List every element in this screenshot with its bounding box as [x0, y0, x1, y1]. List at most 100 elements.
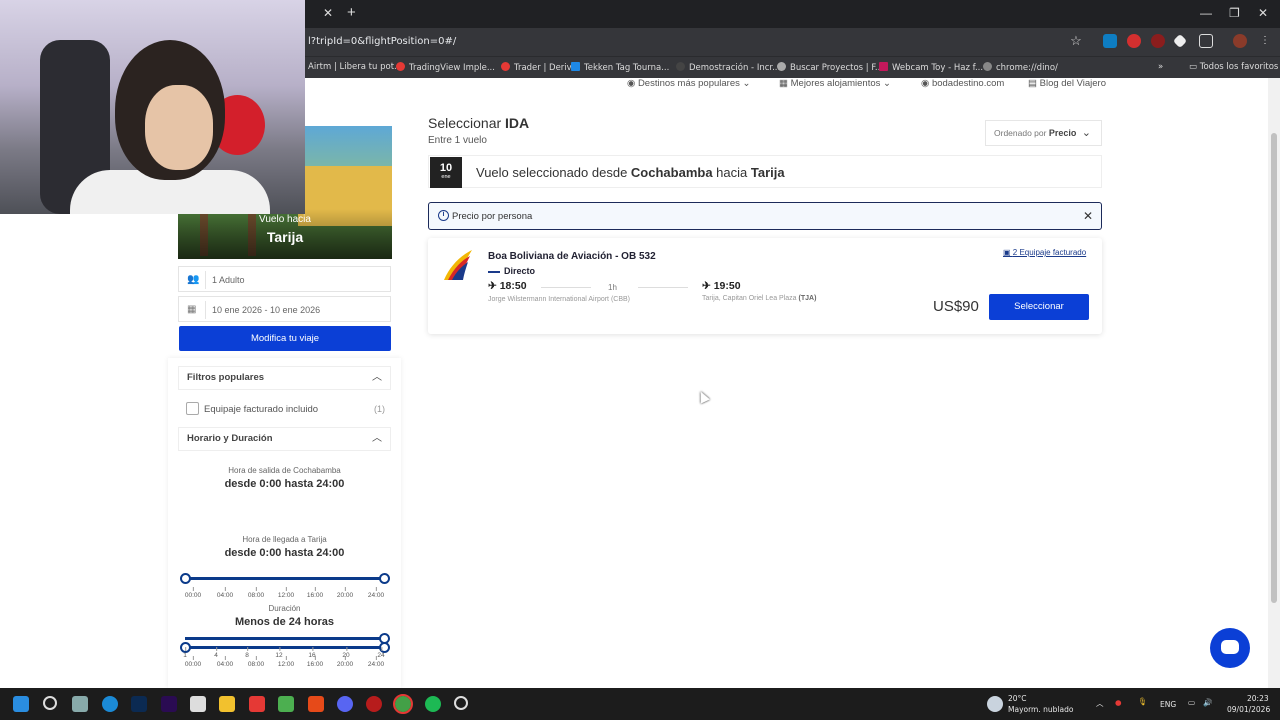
bookmark-item[interactable]: Buscar Proyectos | F...: [777, 62, 883, 73]
nav-destinos[interactable]: ◉ Destinos más populares ⌄: [627, 78, 750, 96]
date-badge: 10 ene: [430, 157, 462, 188]
results-count: Entre 1 vuelo: [428, 135, 487, 146]
spotify-icon[interactable]: [425, 696, 441, 712]
nav-bodadestino[interactable]: ◉ bodadestino.com: [921, 78, 1004, 96]
takeoff-icon: ✈: [488, 280, 500, 292]
page-scrollbar[interactable]: [1268, 78, 1280, 688]
bookmark-item[interactable]: TradingView Imple...: [396, 62, 495, 73]
url-text[interactable]: l?tripId=0&flightPosition=0#/: [308, 36, 456, 47]
nav-alojamientos[interactable]: ▦ Mejores alojamientos ⌄: [779, 78, 891, 96]
modify-trip-button[interactable]: Modifica tu viaje: [179, 326, 391, 351]
profile-avatar-icon[interactable]: [1233, 34, 1247, 48]
weather-text: Mayorm. nublado: [1008, 705, 1074, 714]
brave-icon[interactable]: [308, 696, 324, 712]
sort-dropdown[interactable]: Ordenado por Precio ⌄: [985, 120, 1102, 146]
edge-icon[interactable]: [102, 696, 118, 712]
bookmarks-overflow-icon[interactable]: »: [1158, 62, 1163, 72]
luggage-filter-label: Equipaje facturado incluido: [204, 404, 319, 415]
network-icon[interactable]: ▭: [1188, 698, 1195, 707]
globe-icon: ◉: [921, 78, 932, 89]
weather-icon: [987, 696, 1003, 712]
duration-slider-track[interactable]: [185, 637, 385, 640]
start-icon[interactable]: [13, 696, 29, 712]
chrome-icon[interactable]: [393, 694, 413, 714]
taskview-icon[interactable]: [72, 696, 88, 712]
extension-icon[interactable]: [1151, 34, 1165, 48]
search-icon[interactable]: [43, 696, 57, 710]
hero-subtitle: Vuelo hacia: [259, 214, 311, 225]
arrival-slider-track[interactable]: [185, 646, 385, 649]
globe-icon: ◉: [627, 78, 638, 89]
chevron-up-icon: ︿: [372, 372, 382, 383]
chat-button[interactable]: [1210, 628, 1250, 668]
deriv-icon[interactable]: [249, 696, 265, 712]
language-indicator[interactable]: ENG: [1160, 700, 1176, 709]
new-tab-icon[interactable]: +: [347, 4, 356, 21]
close-icon[interactable]: ✕: [1083, 209, 1093, 223]
microphone-icon[interactable]: 🎙: [1138, 697, 1148, 706]
extension-icon[interactable]: [1103, 34, 1117, 48]
airline-name: Boa Boliviana de Aviación - OB 532: [488, 251, 656, 262]
steam-icon[interactable]: [454, 696, 468, 710]
luggage-checkbox[interactable]: [186, 402, 199, 415]
duration-slider-handle[interactable]: [379, 633, 390, 644]
extensions-puzzle-icon[interactable]: [1199, 34, 1213, 48]
luggage-filter-count: (1): [374, 404, 385, 414]
hero-title: Tarija: [266, 229, 304, 245]
arrival-time: ✈ 19:50: [702, 280, 741, 292]
calendar-icon: ▦: [187, 304, 197, 315]
departure-slider-max-handle[interactable]: [379, 573, 390, 584]
bookmark-item[interactable]: Tekken Tag Tourna...: [571, 62, 669, 73]
bookmark-item[interactable]: Trader | Deriv: [501, 62, 572, 73]
weather-temp: 20°C: [1008, 694, 1027, 703]
chevron-down-icon: ⌄: [1081, 127, 1091, 139]
popular-filters-header[interactable]: Filtros populares ︿: [178, 366, 391, 390]
luggage-link[interactable]: ▣ 2 Equipaje facturado: [1003, 248, 1086, 257]
departure-slider-track[interactable]: [185, 577, 385, 580]
passengers-field[interactable]: 👥 1 Adulto: [178, 266, 391, 292]
bookmark-item[interactable]: chrome://dino/: [983, 62, 1058, 73]
discord-icon[interactable]: [337, 696, 353, 712]
photoshop-icon[interactable]: [131, 696, 147, 712]
maximize-icon[interactable]: ❐: [1229, 6, 1240, 20]
webcam-overlay: [0, 0, 305, 214]
premiere-icon[interactable]: [161, 696, 177, 712]
bookmark-item[interactable]: Airtm | Libera tu pot...: [308, 62, 402, 72]
menu-kebab-icon[interactable]: ⋮: [1258, 34, 1272, 48]
app-icon[interactable]: [366, 696, 382, 712]
tray-app-icon[interactable]: ●: [1115, 698, 1122, 707]
close-tab-icon[interactable]: ✕: [323, 6, 333, 20]
select-flight-button[interactable]: Seleccionar: [989, 294, 1089, 320]
departure-slider-min-handle[interactable]: [180, 573, 191, 584]
bookmark-item[interactable]: Demostración - Incr...: [676, 62, 780, 73]
nav-blog[interactable]: ▤ Blog del Viajero: [1028, 78, 1106, 96]
chat-icon: [1221, 640, 1239, 654]
landing-icon: ✈: [702, 280, 714, 292]
minimize-icon[interactable]: —: [1200, 6, 1212, 20]
info-icon: i: [438, 210, 449, 221]
folder-icon[interactable]: [219, 696, 235, 712]
extension-icon[interactable]: [1127, 34, 1141, 48]
all-bookmarks[interactable]: ▭ Todos los favoritos: [1189, 62, 1278, 72]
schedule-filters-header[interactable]: Horario y Duración ︿: [178, 427, 391, 451]
store-icon[interactable]: [190, 696, 206, 712]
selected-route-text: Vuelo seleccionado desde Cochabamba haci…: [476, 165, 785, 180]
windows-taskbar: 20°C Mayorm. nublado ︿ ● 🎙 ENG ▭ 🔊 20:23…: [0, 688, 1280, 720]
window-close-icon[interactable]: ✕: [1258, 6, 1268, 20]
clock-time[interactable]: 20:23: [1247, 694, 1269, 703]
clock-date[interactable]: 09/01/2026: [1227, 705, 1270, 714]
bookmark-item[interactable]: Webcam Toy - Haz f...: [879, 62, 983, 73]
scrollbar-thumb[interactable]: [1271, 133, 1277, 603]
arrival-range-value: desde 0:00 hasta 24:00: [224, 547, 345, 559]
page-title: Seleccionar IDA: [428, 115, 530, 131]
tray-chevron-icon[interactable]: ︿: [1096, 698, 1104, 709]
airline-logo: [444, 250, 472, 280]
dates-field[interactable]: ▦ 10 ene 2026 - 10 ene 2026: [178, 296, 391, 322]
minecraft-icon[interactable]: [278, 696, 294, 712]
extension-icon[interactable]: [1172, 33, 1188, 49]
bookmark-star-icon[interactable]: ☆: [1069, 34, 1083, 48]
volume-icon[interactable]: 🔊: [1203, 698, 1212, 707]
departure-time: ✈ 18:50: [488, 280, 527, 292]
duration-label: Duración: [268, 604, 301, 613]
arrival-range-label: Hora de llegada a Tarija: [242, 535, 327, 544]
